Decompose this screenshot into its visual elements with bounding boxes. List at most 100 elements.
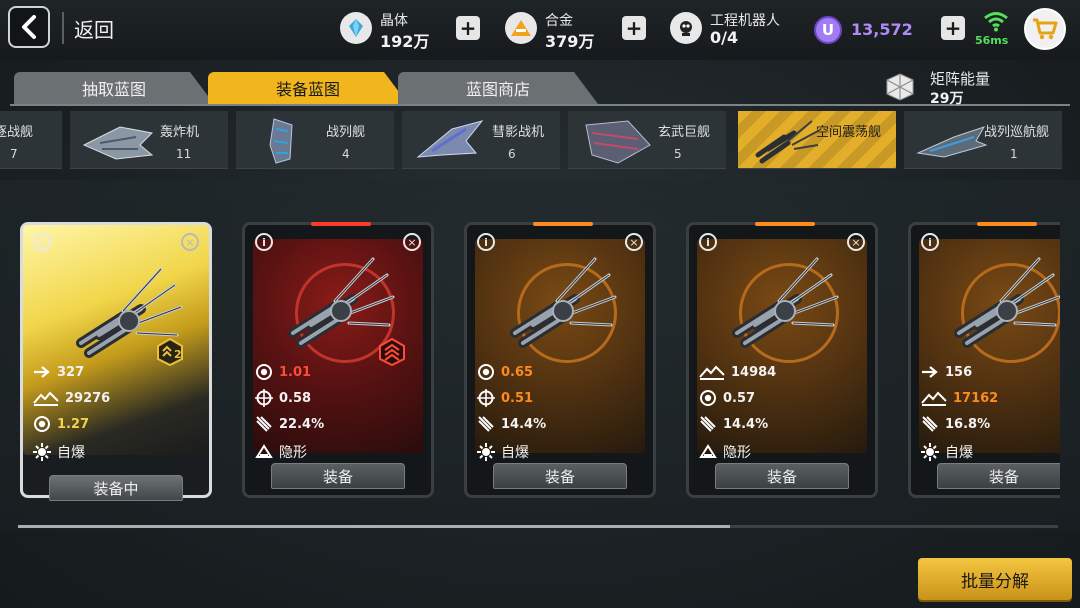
resource-robots: 工程机器人 0/4 xyxy=(670,8,800,52)
ability-tag: 隐形 xyxy=(723,445,751,461)
rate-icon xyxy=(700,390,716,406)
rarity-indicator xyxy=(533,222,593,226)
ship-image xyxy=(941,245,1060,355)
crystal-icon xyxy=(340,12,372,44)
resource-crystal: 晶体 192万 xyxy=(340,8,450,52)
robot-icon xyxy=(670,12,702,44)
stat-row: 327 xyxy=(33,361,84,383)
stat-row: 0.57 xyxy=(699,387,755,409)
stat-value: 17162 xyxy=(953,390,999,406)
blueprint-card[interactable]: i × 1.01 0.58 22.4% 隐形 装备 xyxy=(242,222,434,498)
ship-image xyxy=(719,245,849,355)
shop-cart-button[interactable] xyxy=(1024,8,1066,50)
stat-value: 0.57 xyxy=(723,390,756,406)
ship-type-name: 战列巡航舰 xyxy=(984,125,1050,140)
rank-chevrons-icon xyxy=(379,337,405,367)
hull-icon xyxy=(33,391,59,406)
blueprint-card[interactable]: i × 14984 0.57 14.4% 隐形 装备 xyxy=(686,222,878,498)
stat-row: 自爆 xyxy=(33,441,85,463)
ship-type-count: 5 xyxy=(674,147,682,161)
close-icon[interactable]: × xyxy=(403,233,421,251)
battlecruiser-icon xyxy=(916,126,988,158)
stat-row: 22.4% xyxy=(255,413,324,435)
ship-type-count: 4 xyxy=(342,147,350,161)
bomber-ship-icon xyxy=(82,126,154,160)
stat-value: 1.27 xyxy=(57,416,90,432)
tabs-underline xyxy=(10,104,1070,106)
stat-row: 1.27 xyxy=(33,413,89,435)
ship-type-count: 11 xyxy=(176,147,192,161)
stat-value: 22.4% xyxy=(279,416,325,432)
back-label[interactable]: 返回 xyxy=(74,14,114,43)
equip-button[interactable]: 装备 xyxy=(715,463,849,489)
crosshair-icon xyxy=(255,389,273,407)
horizontal-scrollbar-thumb[interactable] xyxy=(18,525,730,528)
ship-type-destroyer[interactable]: 逐战舰 7 xyxy=(0,111,62,169)
stat-value: 0.51 xyxy=(501,390,534,406)
ship-type-xuanwu[interactable]: 玄武巨舰 5 xyxy=(568,111,726,169)
ship-type-space-oscillator[interactable]: 空间震荡舰 xyxy=(738,111,896,169)
ship-type-name: 彗影战机 xyxy=(492,125,545,140)
matrix-energy-label: 矩阵能量 xyxy=(930,70,991,88)
premium-currency-value: 13,572 xyxy=(851,20,913,39)
rate-icon xyxy=(478,364,494,380)
ping-label: 56ms xyxy=(975,34,1009,47)
crosshair-icon xyxy=(477,389,495,407)
stat-row: 16.8% xyxy=(921,413,990,435)
blueprint-card[interactable]: i × 0.65 0.51 14.4% 自爆 装备 xyxy=(464,222,656,498)
equip-button[interactable]: 装备 xyxy=(493,463,627,489)
stat-row: 29276 xyxy=(33,387,110,409)
equipped-button[interactable]: 装备中 xyxy=(49,475,183,501)
stat-value: 1.01 xyxy=(279,364,312,380)
top-bar: 返回 晶体 192万 + 合金 379万 + 工程机器人 0/4 U 13,57… xyxy=(0,0,1080,60)
info-icon[interactable]: i xyxy=(921,233,939,251)
stat-row: 自爆 xyxy=(477,441,529,463)
ship-type-count: 6 xyxy=(508,147,516,161)
ship-type-name: 玄武巨舰 xyxy=(658,125,711,140)
back-button[interactable] xyxy=(8,6,50,48)
add-alloy-button[interactable]: + xyxy=(622,16,646,40)
ship-type-battlecruiser[interactable]: 战列巡航舰 1 xyxy=(904,111,1062,169)
stat-row: 自爆 xyxy=(921,441,973,463)
matrix-energy-value: 29万 xyxy=(930,91,964,107)
stealth-icon xyxy=(255,444,273,458)
tab-blueprint-shop[interactable]: 蓝图商店 xyxy=(398,72,598,104)
equip-button[interactable]: 装备 xyxy=(271,463,405,489)
ship-type-strip: 逐战舰 7 轰炸机 11 战列舰 4 彗影战机 6 玄武巨舰 5 空间震荡舰 战… xyxy=(0,111,1080,169)
info-icon[interactable]: i xyxy=(699,233,717,251)
stat-row: 17162 xyxy=(921,387,998,409)
blueprint-card[interactable]: i × 2 327 29276 1.27 自爆 装备中 xyxy=(20,222,212,501)
stat-row: 0.65 xyxy=(477,361,533,383)
missile-icon xyxy=(256,416,272,432)
stat-row: 0.51 xyxy=(477,387,533,409)
add-crystal-button[interactable]: + xyxy=(456,16,480,40)
xuanwu-ship-icon xyxy=(585,120,651,164)
ship-type-battleship[interactable]: 战列舰 4 xyxy=(236,111,394,169)
equip-button[interactable]: 装备 xyxy=(937,463,1060,489)
tab-equip-blueprint[interactable]: 装备蓝图 xyxy=(208,72,408,104)
ship-type-bomber[interactable]: 轰炸机 11 xyxy=(70,111,228,169)
info-icon[interactable]: i xyxy=(255,233,273,251)
ship-type-comet-fighter[interactable]: 彗影战机 6 xyxy=(402,111,560,169)
bulk-disassemble-button[interactable]: 批量分解 xyxy=(918,558,1072,600)
info-icon[interactable]: i xyxy=(477,233,495,251)
close-icon[interactable]: × xyxy=(181,233,199,251)
blueprint-card[interactable]: i 156 17162 16.8% 自爆 装备 xyxy=(908,222,1060,498)
speed-icon xyxy=(922,366,938,378)
alloy-label: 合金 xyxy=(545,13,573,29)
info-icon[interactable]: i xyxy=(33,233,51,251)
premium-currency-icon: U xyxy=(814,16,842,44)
robots-value: 0/4 xyxy=(710,28,739,47)
add-premium-button[interactable]: + xyxy=(941,16,965,40)
stat-value: 327 xyxy=(57,364,85,380)
missile-icon xyxy=(478,416,494,432)
close-icon[interactable]: × xyxy=(847,233,865,251)
close-icon[interactable]: × xyxy=(625,233,643,251)
tab-draw-blueprint[interactable]: 抽取蓝图 xyxy=(14,72,214,104)
ability-tag: 自爆 xyxy=(945,445,973,461)
self-destruct-icon xyxy=(921,443,939,461)
ship-type-name: 逐战舰 xyxy=(0,125,34,140)
speed-icon xyxy=(34,366,50,378)
crystal-label: 晶体 xyxy=(380,13,408,29)
resource-alloy: 合金 379万 xyxy=(505,8,615,52)
